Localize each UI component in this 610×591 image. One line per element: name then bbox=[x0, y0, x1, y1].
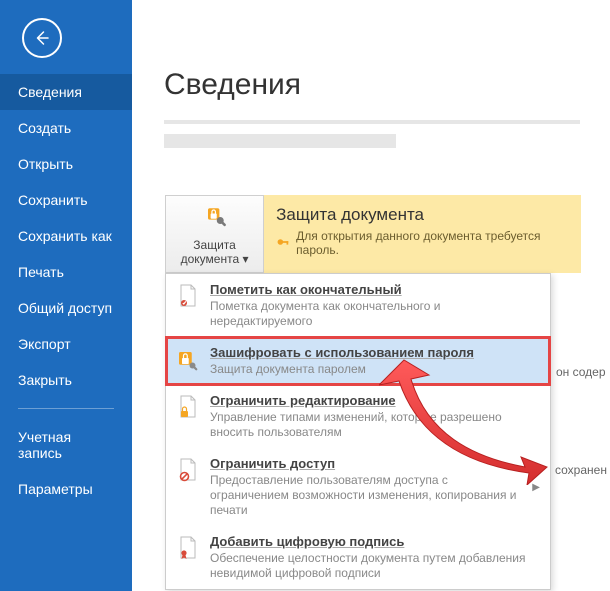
truncated-text-fragment: сохранен bbox=[555, 463, 607, 477]
shield-lock-icon bbox=[201, 203, 229, 234]
menu-item-restrict-editing[interactable]: Ограничить редактирование Управление тип… bbox=[166, 385, 550, 448]
back-button[interactable] bbox=[22, 18, 62, 58]
protect-info: Защита документа Для открытия данного до… bbox=[264, 195, 581, 273]
protect-heading: Защита документа bbox=[276, 205, 569, 225]
nav-item-info[interactable]: Сведения bbox=[0, 74, 132, 110]
menu-item-add-signature[interactable]: Добавить цифровую подпись Обеспечение це… bbox=[166, 526, 550, 589]
menu-item-title: Добавить цифровую подпись bbox=[210, 534, 540, 549]
menu-item-title: Зашифровать с использованием пароля bbox=[210, 345, 474, 360]
nav-item-close[interactable]: Закрыть bbox=[0, 362, 132, 398]
nav-item-export[interactable]: Экспорт bbox=[0, 326, 132, 362]
nav-item-open[interactable]: Открыть bbox=[0, 146, 132, 182]
nav-item-print[interactable]: Печать bbox=[0, 254, 132, 290]
menu-item-desc: Управление типами изменений, которые раз… bbox=[210, 410, 540, 440]
menu-item-title: Ограничить редактирование bbox=[210, 393, 540, 408]
menu-item-desc: Предоставление пользователям доступа с о… bbox=[210, 473, 522, 518]
chevron-right-icon: ▶ bbox=[532, 482, 540, 493]
protect-document-banner: Защитадокумента ▾ Защита документа Для о… bbox=[165, 195, 581, 273]
menu-item-desc: Обеспечение целостности документа путем … bbox=[210, 551, 540, 581]
shield-lock-icon bbox=[176, 345, 200, 377]
document-lock-icon bbox=[176, 393, 200, 440]
menu-item-desc: Защита документа паролем bbox=[210, 362, 474, 377]
menu-item-desc: Пометка документа как окончательного и н… bbox=[210, 299, 540, 329]
menu-item-title: Ограничить доступ bbox=[210, 456, 522, 471]
nav-item-account[interactable]: Учетная запись bbox=[0, 419, 132, 471]
nav-separator bbox=[18, 408, 114, 409]
nav-item-saveas[interactable]: Сохранить как bbox=[0, 218, 132, 254]
nav-item-new[interactable]: Создать bbox=[0, 110, 132, 146]
doc-path-placeholder bbox=[164, 134, 396, 148]
backstage-sidebar: Сведения Создать Открыть Сохранить Сохра… bbox=[0, 0, 132, 591]
nav-item-save[interactable]: Сохранить bbox=[0, 182, 132, 218]
document-final-icon bbox=[176, 282, 200, 329]
document-prohibit-icon bbox=[176, 456, 200, 518]
nav-item-options[interactable]: Параметры bbox=[0, 471, 132, 507]
key-icon bbox=[276, 235, 290, 252]
protect-button-label: Защитадокумента ▾ bbox=[181, 238, 249, 266]
page-title: Сведения bbox=[164, 68, 610, 102]
arrow-left-icon bbox=[33, 29, 51, 47]
doc-title-placeholder bbox=[164, 120, 580, 124]
nav-item-share[interactable]: Общий доступ bbox=[0, 290, 132, 326]
menu-item-restrict-access[interactable]: Ограничить доступ Предоставление пользов… bbox=[166, 448, 550, 526]
protect-subtext: Для открытия данного документа требуется… bbox=[296, 229, 569, 257]
menu-item-encrypt-password[interactable]: Зашифровать с использованием пароля Защи… bbox=[166, 337, 550, 385]
truncated-text-fragment: он содер bbox=[556, 365, 606, 379]
document-ribbon-icon bbox=[176, 534, 200, 581]
menu-item-mark-final[interactable]: Пометить как окончательный Пометка докум… bbox=[166, 274, 550, 337]
menu-item-title: Пометить как окончательный bbox=[210, 282, 540, 297]
protect-document-menu: Пометить как окончательный Пометка докум… bbox=[165, 273, 551, 590]
protect-document-button[interactable]: Защитадокумента ▾ bbox=[165, 195, 264, 273]
